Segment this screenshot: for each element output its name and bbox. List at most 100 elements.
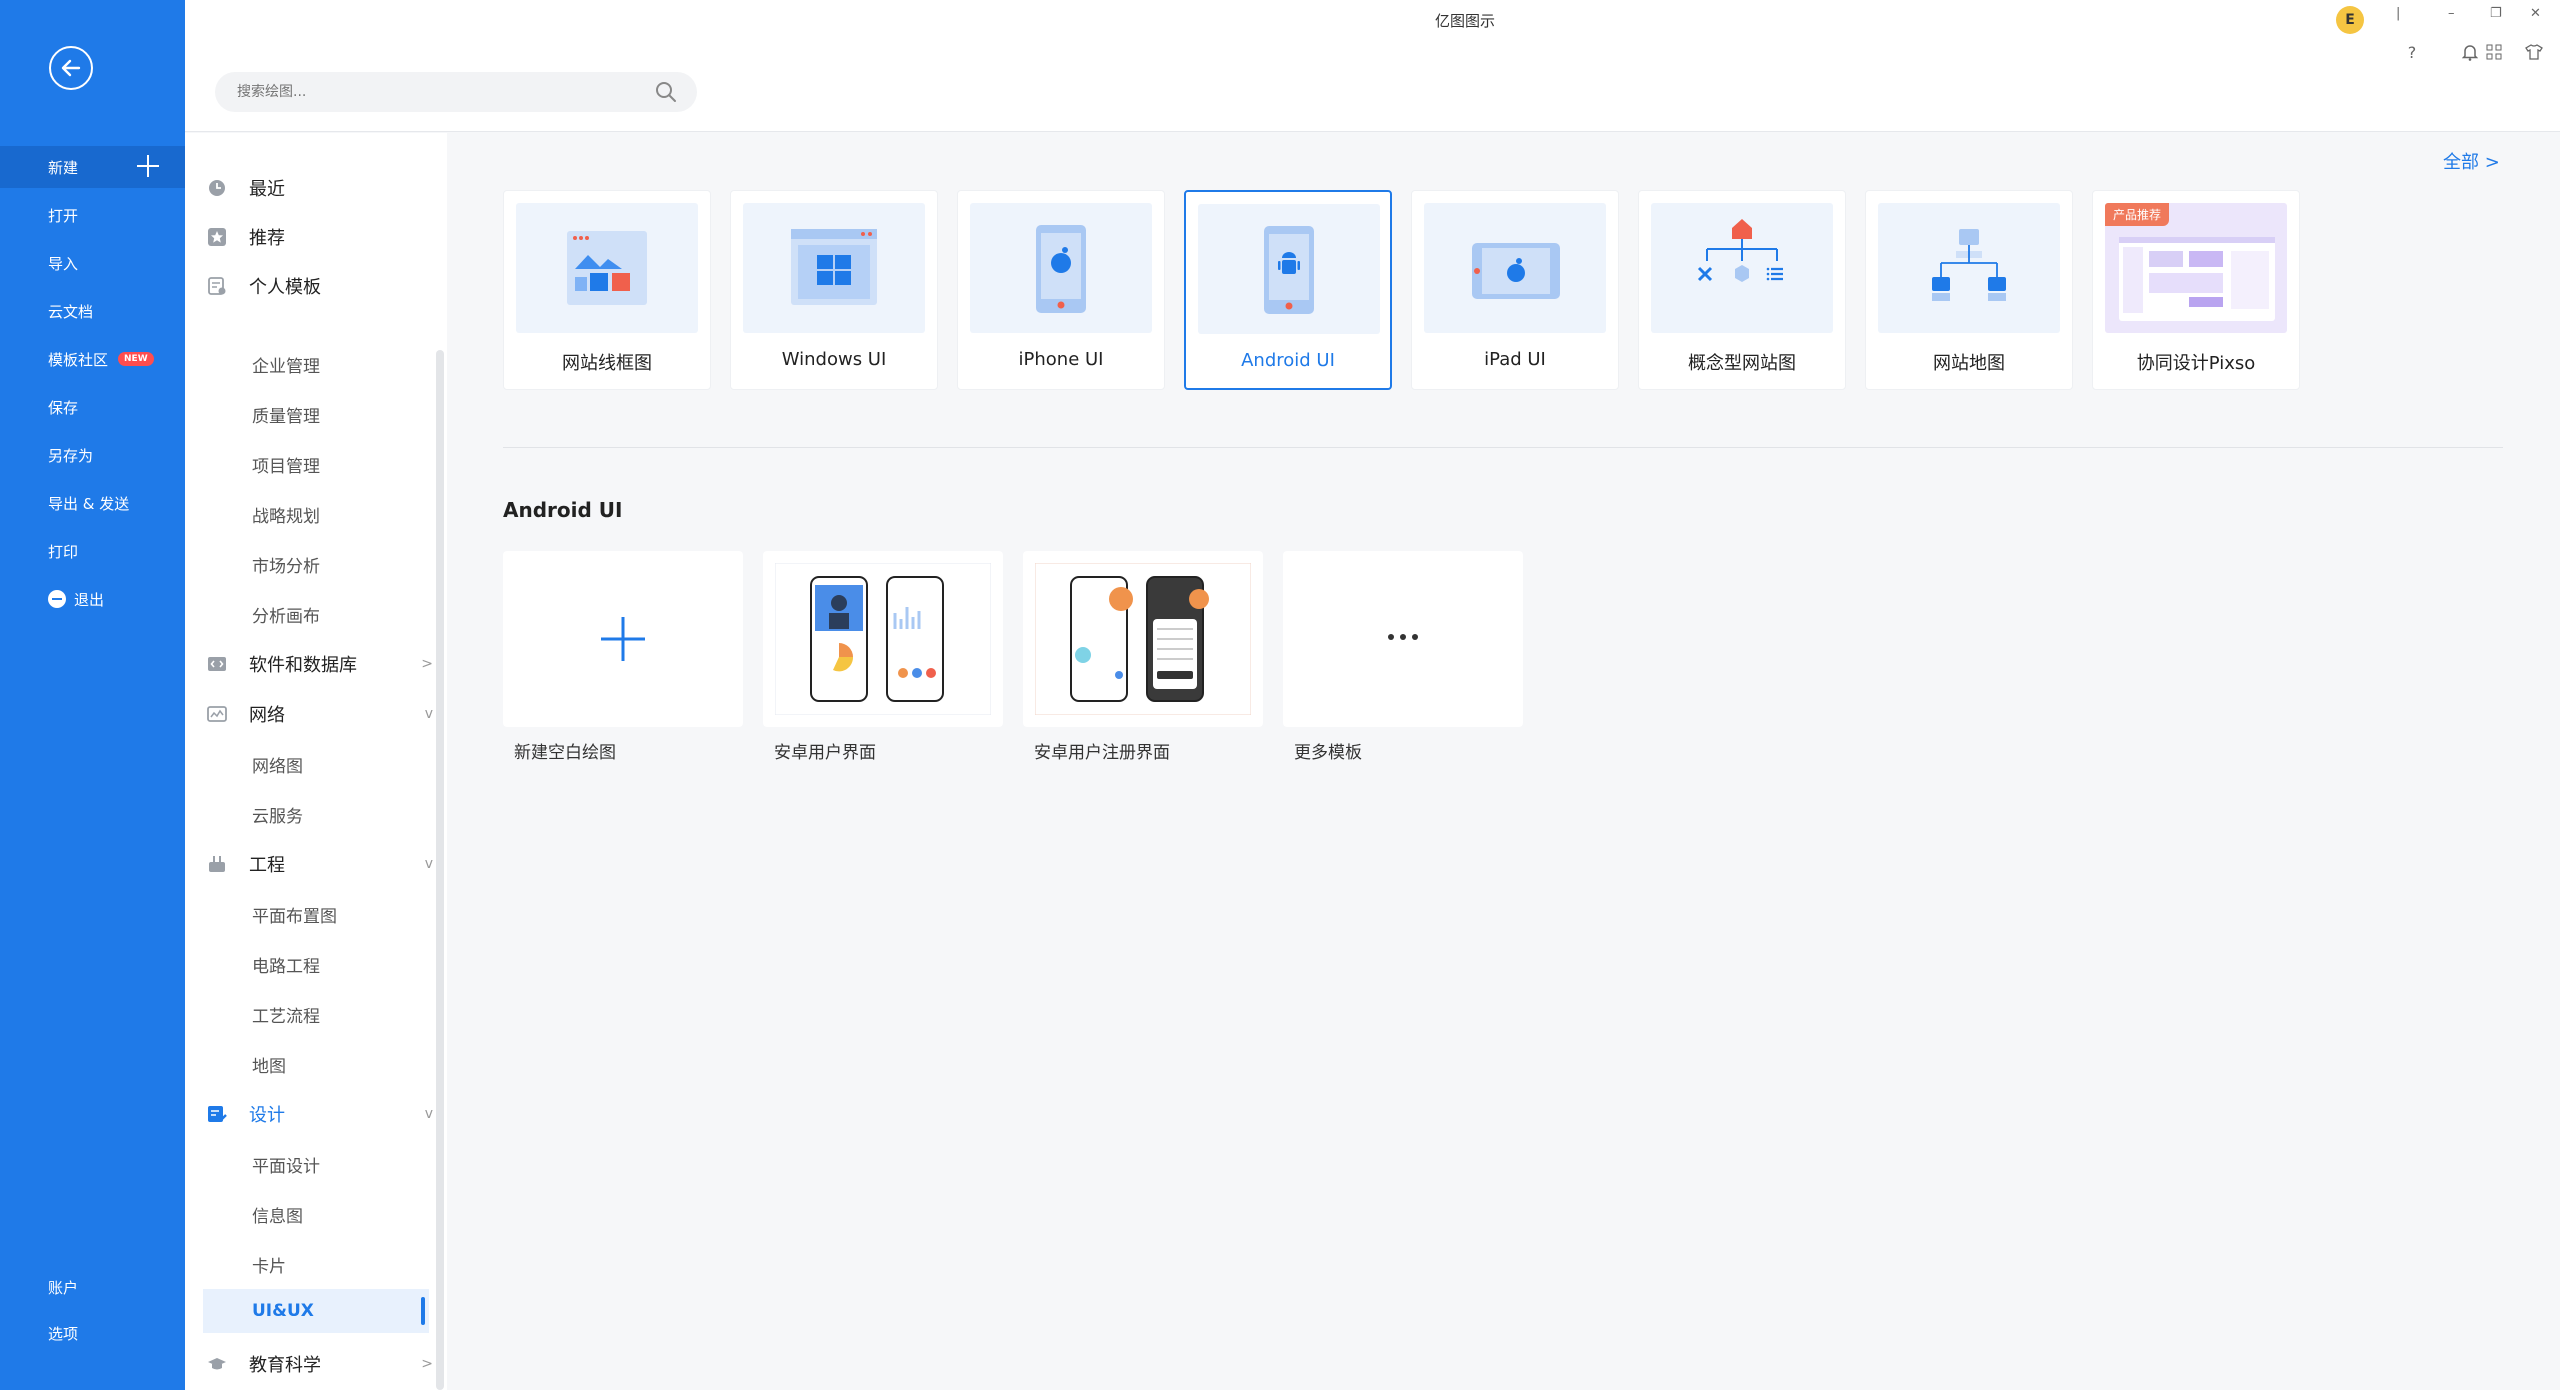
sub-circuit-engineering[interactable]: 电路工程 bbox=[185, 942, 447, 986]
bell-icon[interactable] bbox=[2457, 40, 2483, 64]
template-android-register[interactable] bbox=[1023, 551, 1263, 727]
sub-process-flow[interactable]: 工艺流程 bbox=[185, 992, 447, 1036]
sub-label: 平面布置图 bbox=[252, 906, 337, 927]
category-sidebar: 最近 推荐 个人模板 企业管理 质量管理 项目管理 战略规划 市场分析 分析画布… bbox=[185, 133, 447, 1390]
sub-label: 地图 bbox=[252, 1056, 286, 1077]
menu-cloud-docs[interactable]: 云文档 bbox=[0, 290, 185, 332]
template-more[interactable] bbox=[1283, 551, 1523, 727]
more-dots-icon bbox=[1388, 634, 1418, 640]
menu-export-send[interactable]: 导出 & 发送 bbox=[0, 482, 185, 524]
concept-website-icon bbox=[1651, 203, 1833, 333]
template-android-ui-thumb bbox=[775, 563, 991, 715]
help-icon[interactable]: ? bbox=[2399, 40, 2425, 64]
sub-label: 卡片 bbox=[252, 1256, 286, 1277]
sub-map[interactable]: 地图 bbox=[185, 1042, 447, 1086]
menu-save-as[interactable]: 另存为 bbox=[0, 434, 185, 476]
chevron-down-icon: v bbox=[424, 706, 433, 722]
all-link[interactable]: 全部 > bbox=[2443, 148, 2500, 174]
type-card-windows-ui[interactable]: Windows UI bbox=[730, 190, 938, 390]
cat-recommended[interactable]: 推荐 bbox=[185, 215, 447, 259]
menu-save-label: 保存 bbox=[48, 398, 79, 417]
sub-label: 项目管理 bbox=[252, 456, 320, 477]
type-card-sitemap[interactable]: 网站地图 bbox=[1865, 190, 2073, 390]
menu-account-label: 账户 bbox=[48, 1278, 79, 1297]
search-icon[interactable] bbox=[655, 81, 677, 107]
type-card-concept-website[interactable]: 概念型网站图 bbox=[1638, 190, 1846, 390]
template-android-register-thumb bbox=[1035, 563, 1251, 715]
promo-badge: 产品推荐 bbox=[2105, 203, 2170, 226]
cat-software-database-label: 软件和数据库 bbox=[249, 655, 357, 676]
cat-recent[interactable]: 最近 bbox=[185, 166, 447, 210]
type-label: Windows UI bbox=[781, 349, 887, 370]
template-android-register-label: 安卓用户注册界面 bbox=[1034, 743, 1170, 763]
sub-enterprise-management[interactable]: 企业管理 bbox=[185, 342, 447, 386]
menu-template-community[interactable]: 模板社区 NEW bbox=[0, 338, 185, 380]
cat-education-science[interactable]: 教育科学 > bbox=[185, 1342, 447, 1386]
menu-import-label: 导入 bbox=[48, 254, 79, 273]
sub-network-diagram[interactable]: 网络图 bbox=[185, 742, 447, 786]
sub-label: 云服务 bbox=[252, 806, 303, 827]
type-card-pixso[interactable]: 产品推荐 协同设计Pixso bbox=[2092, 190, 2300, 390]
sub-floor-plan[interactable]: 平面布置图 bbox=[185, 892, 447, 936]
type-card-iphone-ui[interactable]: iPhone UI bbox=[957, 190, 1165, 390]
sub-strategy-planning[interactable]: 战略规划 bbox=[185, 492, 447, 536]
separator-icon: | bbox=[2396, 6, 2401, 21]
chevron-right-icon: > bbox=[421, 656, 433, 672]
menu-print[interactable]: 打印 bbox=[0, 530, 185, 572]
sub-label: 质量管理 bbox=[252, 406, 320, 427]
menu-cloud-docs-label: 云文档 bbox=[48, 302, 94, 321]
cat-personal-templates[interactable]: 个人模板 bbox=[185, 264, 447, 308]
type-card-ipad-ui[interactable]: iPad UI bbox=[1411, 190, 1619, 390]
sub-label: 战略规划 bbox=[252, 506, 320, 527]
template-blank-label: 新建空白绘图 bbox=[514, 743, 616, 763]
shirt-icon[interactable] bbox=[2521, 40, 2547, 64]
android-icon bbox=[1198, 204, 1380, 334]
search-box bbox=[215, 72, 697, 112]
plus-icon[interactable] bbox=[137, 155, 159, 177]
sub-quality-management[interactable]: 质量管理 bbox=[185, 392, 447, 436]
design-icon bbox=[208, 1106, 227, 1122]
menu-save[interactable]: 保存 bbox=[0, 386, 185, 428]
sub-card[interactable]: 卡片 bbox=[185, 1242, 447, 1286]
menu-account[interactable]: 账户 bbox=[0, 1266, 185, 1308]
cat-design[interactable]: 设计 v bbox=[185, 1092, 447, 1136]
category-scrollbar[interactable] bbox=[436, 350, 444, 1390]
type-label: iPad UI bbox=[1484, 349, 1546, 370]
cat-engineering-label: 工程 bbox=[249, 855, 285, 876]
template-android-ui[interactable] bbox=[763, 551, 1003, 727]
sub-graphic-design[interactable]: 平面设计 bbox=[185, 1142, 447, 1186]
sub-label: 信息图 bbox=[252, 1206, 303, 1227]
sub-project-management[interactable]: 项目管理 bbox=[185, 442, 447, 486]
cat-network[interactable]: 网络 v bbox=[185, 692, 447, 736]
menu-open[interactable]: 打开 bbox=[0, 194, 185, 236]
sitemap-icon bbox=[1878, 203, 2060, 333]
close-icon[interactable]: ✕ bbox=[2530, 6, 2541, 21]
menu-new[interactable]: 新建 bbox=[0, 146, 185, 188]
minimize-icon[interactable]: – bbox=[2448, 6, 2455, 21]
type-card-android-ui[interactable]: Android UI bbox=[1184, 190, 1392, 390]
search-input[interactable] bbox=[237, 72, 637, 112]
section-divider bbox=[503, 447, 2503, 448]
menu-exit[interactable]: 退出 bbox=[0, 578, 185, 620]
sub-label: 网络图 bbox=[252, 756, 303, 777]
restore-icon[interactable]: ❐ bbox=[2490, 6, 2502, 21]
cat-engineering[interactable]: 工程 v bbox=[185, 842, 447, 886]
type-card-website-wireframe[interactable]: 网站线框图 bbox=[503, 190, 711, 390]
template-blank[interactable] bbox=[503, 551, 743, 727]
apps-grid-icon[interactable] bbox=[2481, 40, 2507, 64]
sub-label: 平面设计 bbox=[252, 1156, 320, 1177]
user-avatar[interactable]: E bbox=[2336, 6, 2364, 34]
sub-ui-ux[interactable]: UI&UX bbox=[203, 1289, 429, 1333]
section-title: Android UI bbox=[503, 498, 623, 522]
back-arrow-icon[interactable] bbox=[49, 46, 93, 90]
type-label: Android UI bbox=[1241, 350, 1335, 371]
sub-cloud-service[interactable]: 云服务 bbox=[185, 792, 447, 836]
sub-analysis-canvas[interactable]: 分析画布 bbox=[185, 592, 447, 636]
cat-network-label: 网络 bbox=[249, 705, 285, 726]
menu-import[interactable]: 导入 bbox=[0, 242, 185, 284]
sub-infographic[interactable]: 信息图 bbox=[185, 1192, 447, 1236]
menu-options[interactable]: 选项 bbox=[0, 1312, 185, 1354]
menu-new-label: 新建 bbox=[48, 158, 79, 177]
sub-market-analysis[interactable]: 市场分析 bbox=[185, 542, 447, 586]
cat-software-database[interactable]: 软件和数据库 > bbox=[185, 642, 447, 686]
